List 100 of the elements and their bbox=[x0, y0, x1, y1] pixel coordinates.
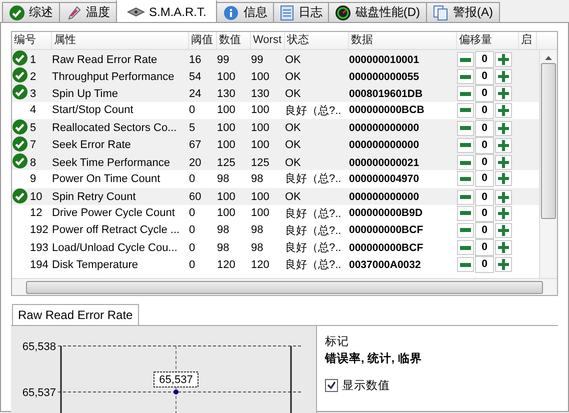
table-cell-text: 100 bbox=[217, 191, 236, 203]
table-row[interactable]: 8 Seek Time Performance 20 125 125 OK 000000000021 0 bbox=[12, 153, 539, 170]
column-header[interactable]: 阈值 bbox=[189, 32, 217, 49]
table-row[interactable]: 192 Power off Retract Cycle ... 0 98 98 良好（总?.. 000000000BCF 0 bbox=[12, 222, 539, 240]
table-row[interactable]: 3 Spin Up Time 24 130 130 OK 0008019601DB 0 bbox=[12, 84, 539, 102]
column-header[interactable]: Worst bbox=[251, 32, 285, 49]
check-icon bbox=[12, 84, 28, 100]
table-cell-text: 000000000BCF bbox=[349, 224, 424, 236]
offset-value[interactable]: 0 bbox=[475, 239, 494, 256]
table-cell-text: 60 bbox=[189, 191, 202, 203]
column-header[interactable]: 数据 bbox=[349, 32, 457, 49]
decrement-button[interactable] bbox=[457, 86, 474, 102]
table-cell-text: Throughput Performance bbox=[52, 70, 176, 83]
check-icon bbox=[12, 153, 28, 170]
column-header[interactable]: 编号 bbox=[12, 32, 52, 49]
table-row[interactable]: 9 Power On Time Count 0 98 98 良好（总?.. 000000004970 0 bbox=[12, 170, 539, 188]
column-header[interactable]: 数值 bbox=[217, 32, 251, 49]
table-row[interactable]: 193 Load/Unload Cycle Cou... 0 98 98 良好（总?.. 000000000BCF 0 bbox=[12, 239, 539, 256]
decrement-button[interactable] bbox=[457, 120, 474, 136]
increment-button[interactable] bbox=[495, 240, 512, 256]
decrement-button[interactable] bbox=[457, 138, 474, 153]
increment-button[interactable] bbox=[495, 52, 512, 67]
offset-value[interactable]: 0 bbox=[475, 256, 494, 274]
offset-value[interactable]: 0 bbox=[475, 136, 494, 154]
table-cell-text: 0008019601DB bbox=[349, 88, 424, 100]
plus-icon bbox=[498, 104, 509, 116]
increment-button[interactable] bbox=[495, 69, 512, 84]
table-row[interactable]: 4 Start/Stop Count 0 100 100 良好（总?.. 000000000BCB 0 bbox=[12, 102, 539, 119]
table-cell-text: Seek Error Rate bbox=[52, 139, 132, 152]
decrement-button[interactable] bbox=[457, 257, 474, 272]
decrement-button[interactable] bbox=[457, 206, 474, 221]
table-cell-text: 67 bbox=[189, 139, 202, 152]
increment-button[interactable] bbox=[495, 86, 512, 102]
tab[interactable]: 综述 bbox=[2, 2, 60, 22]
increment-button[interactable] bbox=[495, 138, 512, 153]
table-cell-text: 98 bbox=[251, 172, 264, 185]
table-row[interactable]: 5 Reallocated Sectors Co... 5 100 100 OK 000000000000 0 bbox=[12, 118, 539, 136]
offset-value[interactable]: 0 bbox=[475, 102, 494, 119]
column-header[interactable]: 偏移量 bbox=[457, 32, 519, 49]
data-label: 65,537 bbox=[154, 372, 198, 388]
table-row[interactable]: 194 Disk Temperature 0 120 120 良好（总?.. 0037000A0032 0 bbox=[12, 256, 539, 274]
offset-value[interactable]: 0 bbox=[475, 154, 494, 172]
table-row[interactable]: 10 Spin Retry Count 60 100 100 OK 000000000000 0 bbox=[12, 188, 539, 205]
decrement-button[interactable] bbox=[457, 171, 474, 186]
minus-icon bbox=[460, 160, 471, 165]
table-cell-text: OK bbox=[285, 88, 302, 100]
table-cell-text: 0 bbox=[189, 207, 196, 220]
tab[interactable]: 警报(A) bbox=[426, 2, 500, 22]
tab[interactable]: 日志 bbox=[273, 2, 330, 22]
column-header[interactable]: 状态 bbox=[285, 32, 349, 49]
table-row[interactable]: 12 Drive Power Cycle Count 0 100 100 良好（总?.. 000000000B9D 0 bbox=[12, 204, 539, 222]
offset-value[interactable]: 0 bbox=[475, 170, 494, 188]
increment-button[interactable] bbox=[495, 190, 512, 204]
increment-button[interactable] bbox=[495, 120, 512, 136]
decrement-button[interactable] bbox=[457, 52, 474, 67]
column-header[interactable]: 属性 bbox=[52, 32, 189, 49]
offset-value[interactable]: 0 bbox=[475, 51, 494, 68]
increment-button[interactable] bbox=[495, 102, 512, 118]
table-cell-text: 100 bbox=[217, 104, 236, 116]
table-cell-text: Power off Retract Cycle ... bbox=[52, 224, 181, 236]
tab[interactable]: Raw Read Error Rate bbox=[12, 304, 139, 325]
checkbox-label[interactable]: 显示数值 bbox=[342, 378, 390, 393]
tab[interactable]: S.M.A.R.T. bbox=[116, 0, 218, 22]
offset-value[interactable]: 0 bbox=[475, 222, 494, 239]
decrement-button[interactable] bbox=[457, 69, 474, 84]
minus-icon bbox=[460, 262, 471, 267]
increment-button[interactable] bbox=[495, 206, 512, 221]
tab[interactable]: 温度 bbox=[59, 2, 117, 22]
increment-button[interactable] bbox=[495, 222, 512, 238]
checkbox[interactable] bbox=[325, 379, 338, 392]
offset-value[interactable]: 0 bbox=[475, 68, 494, 86]
offset-value[interactable]: 0 bbox=[475, 85, 494, 102]
check-icon bbox=[12, 50, 28, 66]
tab[interactable]: 信息 bbox=[216, 2, 274, 22]
column-header[interactable]: 启 bbox=[519, 32, 537, 49]
offset-value[interactable]: 0 bbox=[475, 188, 494, 206]
offset-value[interactable]: 0 bbox=[475, 204, 494, 222]
table-cell-text: 10 bbox=[30, 191, 44, 203]
table-cell-text: 98 bbox=[251, 242, 264, 254]
table-cell-text: Load/Unload Cycle Cou... bbox=[52, 242, 178, 254]
decrement-button[interactable] bbox=[457, 190, 474, 204]
table-row[interactable]: 2 Throughput Performance 54 100 100 OK 000000000055 0 bbox=[12, 67, 539, 84]
decrement-button[interactable] bbox=[457, 102, 474, 118]
offset-value[interactable]: 0 bbox=[475, 120, 494, 137]
table-row[interactable]: 1 Raw Read Error Rate 16 99 99 OK 000000010001 0 bbox=[12, 50, 539, 68]
decrement-button[interactable] bbox=[457, 222, 474, 238]
table-row[interactable]: 7 Seek Error Rate 67 100 100 OK 000000000000 0 bbox=[12, 136, 539, 154]
plus-icon bbox=[498, 259, 509, 270]
table-cell-text: Power On Time Count bbox=[52, 172, 162, 185]
decrement-button[interactable] bbox=[457, 240, 474, 256]
increment-button[interactable] bbox=[495, 257, 512, 272]
horizontal-scrollbar[interactable] bbox=[12, 278, 557, 295]
minus-icon bbox=[460, 211, 471, 216]
increment-button[interactable] bbox=[495, 155, 512, 170]
table-cell-text: 99 bbox=[217, 54, 230, 66]
decrement-button[interactable] bbox=[457, 155, 474, 170]
increment-button[interactable] bbox=[495, 171, 512, 186]
vertical-scrollbar[interactable] bbox=[539, 50, 557, 278]
table-cell-text: 5 bbox=[30, 122, 38, 134]
tab[interactable]: 磁盘性能(D) bbox=[328, 2, 428, 22]
